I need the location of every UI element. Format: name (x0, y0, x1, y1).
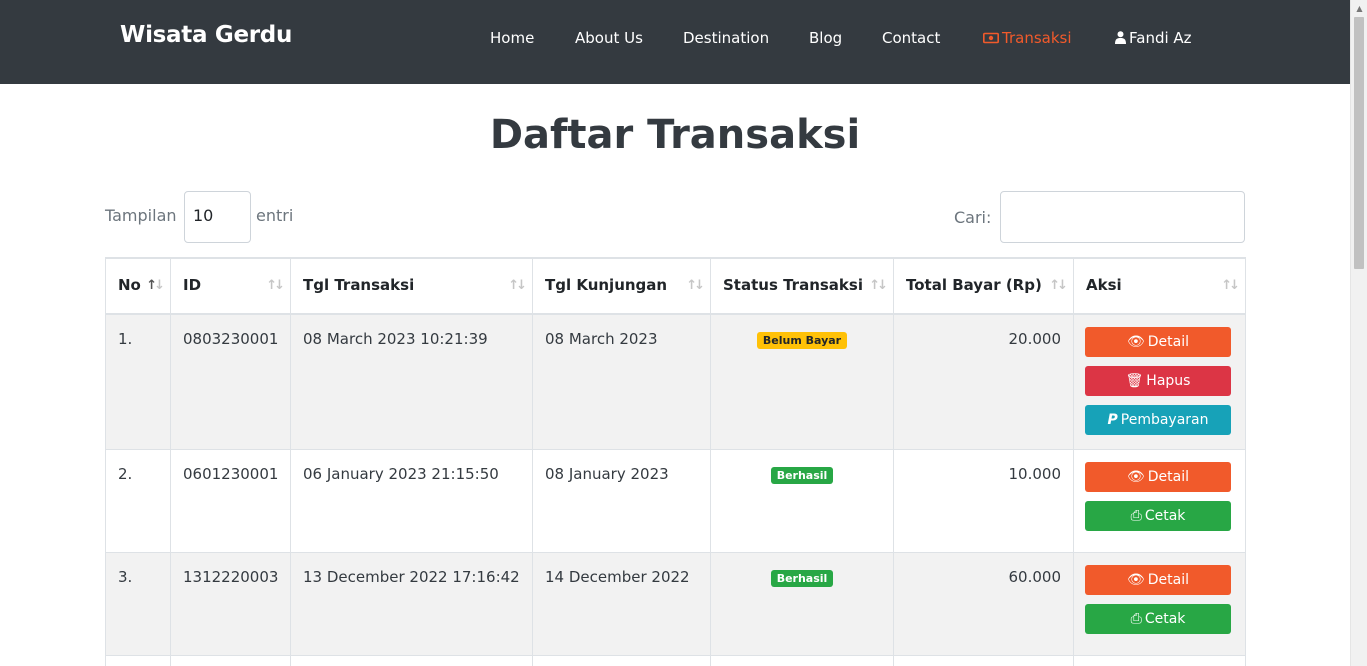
search-input[interactable] (1000, 191, 1245, 243)
cell-no: 1. (105, 313, 171, 450)
cell-tgl-transaksi: 06 January 2023 21:15:50 (290, 448, 533, 553)
status-badge: Belum Bayar (756, 332, 848, 349)
print-button[interactable]: ⎙ Cetak (1085, 603, 1231, 634)
user-icon (1115, 30, 1126, 48)
print-icon: ⎙ (1130, 610, 1142, 627)
paypal-icon: P (1107, 412, 1118, 428)
cell-total: 10.000 (893, 448, 1074, 553)
print-button[interactable]: ⎙ Cetak (1085, 500, 1231, 531)
cell-aksi: 👁 Detail 🗑 Hapus P Pembayaran (1073, 313, 1246, 450)
cell-tgl-kunjungan: 08 March 2023 (532, 313, 711, 450)
delete-button[interactable]: 🗑 Hapus (1085, 366, 1231, 396)
nav-menu: Home About Us Destination Blog Contact T… (0, 29, 1350, 49)
eye-icon: 👁 (1126, 468, 1145, 485)
cell-id: 0803230001 (170, 313, 291, 450)
nav-blog[interactable]: Blog (809, 29, 842, 47)
length-prefix-label: Tampilan (105, 206, 177, 225)
nav-home[interactable]: Home (490, 29, 534, 47)
table-header-row: No ↑↓ ID ↑↓ Tgl Transaksi ↑↓ Tgl Kunjungan ↑… (105, 257, 1246, 315)
sort-icon: ↑↓ (869, 278, 888, 293)
eye-icon: 👁 (1126, 571, 1145, 588)
sort-icon: ↑↓ (1221, 278, 1240, 293)
scroll-thumb[interactable] (1354, 17, 1364, 269)
nav-transaksi-label: Transaksi (1002, 29, 1072, 47)
sort-icon: ↑↓ (266, 278, 285, 293)
nav-destination[interactable]: Destination (683, 29, 769, 47)
col-header-total[interactable]: Total Bayar (Rp) ↑↓ (893, 257, 1074, 315)
page-title: Daftar Transaksi (489, 112, 861, 158)
table-row (105, 654, 1246, 666)
cell-tgl-kunjungan: 14 December 2022 (532, 551, 711, 656)
top-navbar: Wisata Gerdu Home About Us Destination B… (0, 0, 1350, 84)
cell-id: 1312220003 (170, 551, 291, 656)
status-badge: Berhasil (770, 466, 834, 484)
sort-asc-icon: ↑↓ (146, 278, 165, 293)
col-header-no[interactable]: No ↑↓ (105, 257, 171, 315)
nav-user-label: Fandi Az (1129, 29, 1192, 47)
detail-button[interactable]: 👁 Detail (1085, 461, 1231, 492)
entries-length-select[interactable]: 10 (184, 191, 251, 243)
detail-button[interactable]: 👁 Detail (1085, 564, 1231, 595)
cell-id: 0601230001 (170, 448, 291, 553)
cell-no: 2. (105, 448, 171, 553)
cell-no: 3. (105, 551, 171, 656)
col-header-aksi[interactable]: Aksi ↑↓ (1073, 257, 1246, 315)
table-row: 1. 0803230001 08 March 2023 10:21:39 08 … (105, 313, 1246, 450)
cell-aksi: 👁 Detail ⎙ Cetak (1073, 448, 1246, 553)
status-badge: Berhasil (770, 569, 834, 587)
cell-tgl-kunjungan: 08 January 2023 (532, 448, 711, 553)
cell-status: Berhasil (710, 551, 894, 656)
length-suffix-label: entri (256, 206, 294, 225)
cell-tgl-transaksi: 08 March 2023 10:21:39 (290, 313, 533, 450)
cell-status: Belum Bayar (710, 313, 894, 450)
nav-about-us[interactable]: About Us (575, 29, 643, 47)
cell-total: 60.000 (893, 551, 1074, 656)
payment-button[interactable]: P Pembayaran (1085, 405, 1231, 435)
detail-button[interactable]: 👁 Detail (1085, 327, 1231, 357)
eye-icon: 👁 (1126, 334, 1145, 350)
nav-transaksi[interactable]: Transaksi (983, 29, 1072, 48)
money-icon (983, 30, 999, 48)
page-scrollbar[interactable]: ▲ (1350, 0, 1367, 666)
table-row: 2. 0601230001 06 January 2023 21:15:50 0… (105, 448, 1246, 553)
col-header-status[interactable]: Status Transaksi ↑↓ (710, 257, 894, 315)
nav-contact[interactable]: Contact (882, 29, 940, 47)
col-header-tgl-kunjungan[interactable]: Tgl Kunjungan ↑↓ (532, 257, 711, 315)
scroll-up-arrow-icon[interactable]: ▲ (1351, 0, 1367, 17)
cell-aksi: 👁 Detail ⎙ Cetak (1073, 551, 1246, 656)
sort-icon: ↑↓ (508, 278, 527, 293)
print-icon: ⎙ (1130, 507, 1142, 524)
cell-status: Berhasil (710, 448, 894, 553)
sort-icon: ↑↓ (686, 278, 705, 293)
table-row: 3. 1312220003 13 December 2022 17:16:42 … (105, 551, 1246, 656)
transactions-table: No ↑↓ ID ↑↓ Tgl Transaksi ↑↓ Tgl Kunjungan ↑… (105, 257, 1246, 666)
search-label: Cari: (954, 208, 992, 227)
col-header-id[interactable]: ID ↑↓ (170, 257, 291, 315)
trash-icon: 🗑 (1125, 373, 1144, 389)
cell-tgl-transaksi: 13 December 2022 17:16:42 (290, 551, 533, 656)
cell-total: 20.000 (893, 313, 1074, 450)
sort-icon: ↑↓ (1049, 278, 1068, 293)
col-header-tgl-transaksi[interactable]: Tgl Transaksi ↑↓ (290, 257, 533, 315)
nav-user[interactable]: Fandi Az (1115, 29, 1192, 48)
